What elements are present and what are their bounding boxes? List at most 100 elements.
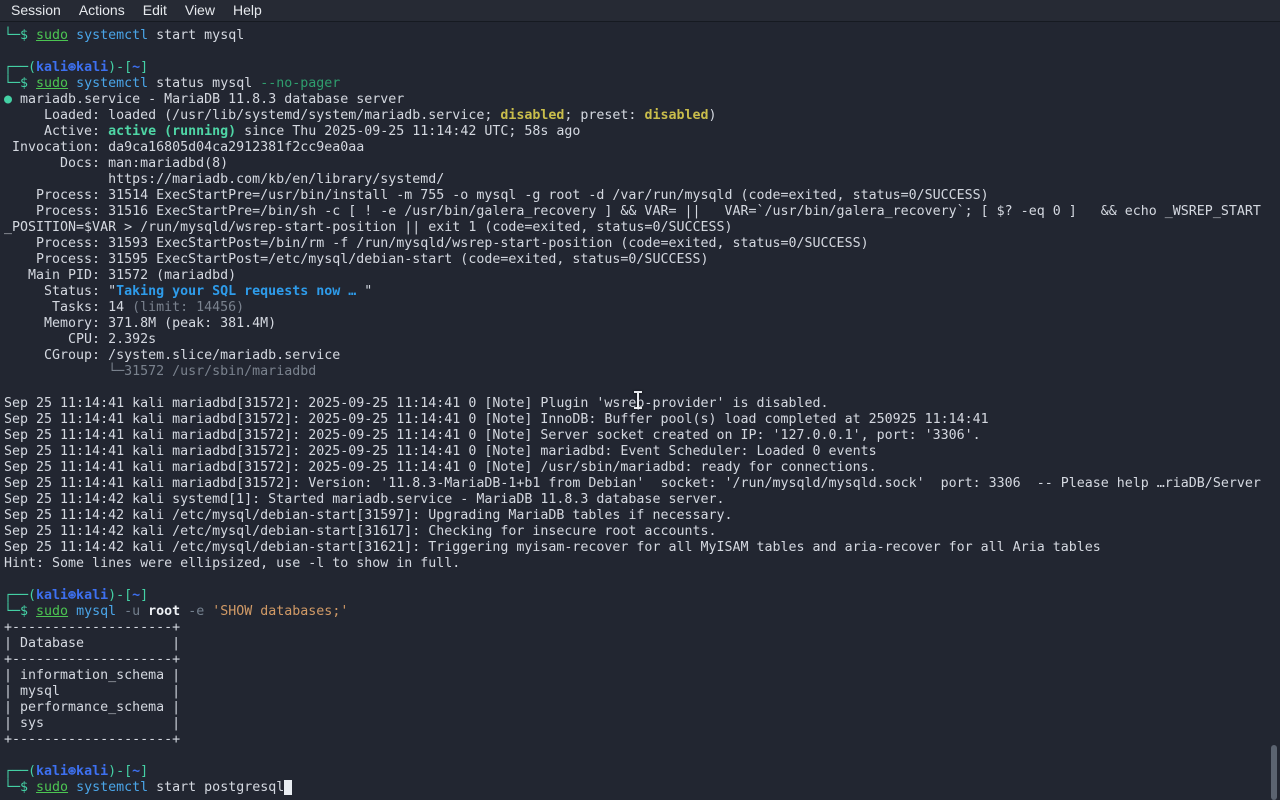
- text-segment: ; preset:: [564, 108, 645, 123]
- terminal-line: Sep 25 11:14:42 kali systemd[1]: Started…: [4, 492, 1280, 508]
- text-segment: Invocation: da9ca16805d04ca2912381f2cc9e…: [4, 140, 365, 155]
- terminal-line: Sep 25 11:14:41 kali mariadbd[31572]: 20…: [4, 428, 1280, 444]
- text-segment: └─$: [4, 76, 37, 91]
- text-segment: ]: [140, 60, 149, 75]
- text-segment: [68, 76, 76, 91]
- terminal-line: +--------------------+: [4, 652, 1280, 668]
- menu-item-actions[interactable]: Actions: [70, 0, 134, 21]
- text-segment: )-[: [108, 588, 133, 603]
- text-segment: systemctl: [76, 28, 149, 43]
- terminal-line: Sep 25 11:14:41 kali mariadbd[31572]: 20…: [4, 460, 1280, 476]
- text-segment: mariadb.service - MariaDB 11.8.3 databas…: [12, 92, 405, 107]
- text-segment: https://mariadb.com/kb/en/library/system…: [4, 172, 445, 187]
- terminal-line: | information_schema |: [4, 668, 1280, 684]
- text-segment: [68, 28, 76, 43]
- terminal-line: Hint: Some lines were ellipsized, use -l…: [4, 556, 1280, 572]
- terminal-line: | mysql |: [4, 684, 1280, 700]
- text-segment: since Thu 2025-09-25 11:14:42 UTC; 58s a…: [236, 124, 581, 139]
- text-segment: Sep 25 11:14:42 kali /etc/mysql/debian-s…: [4, 540, 1101, 555]
- terminal-line: Memory: 371.8M (peak: 381.4M): [4, 316, 1280, 332]
- terminal-line: Sep 25 11:14:41 kali mariadbd[31572]: Ve…: [4, 476, 1280, 492]
- text-segment: └─$: [4, 780, 37, 795]
- text-segment: sudo: [36, 604, 69, 619]
- terminal-line: Process: 31595 ExecStartPost=/etc/mysql/…: [4, 252, 1280, 268]
- text-segment: Loaded: loaded (/usr/lib/systemd/system/…: [4, 108, 501, 123]
- text-segment: -u: [124, 604, 141, 619]
- text-segment: [180, 604, 188, 619]
- text-segment: | Database |: [4, 636, 181, 651]
- text-segment: Sep 25 11:14:41 kali mariadbd[31572]: 20…: [4, 460, 877, 475]
- terminal-line: Sep 25 11:14:42 kali /etc/mysql/debian-s…: [4, 508, 1280, 524]
- text-segment: disabled: [500, 108, 565, 123]
- terminal-line: +--------------------+: [4, 732, 1280, 748]
- terminal-line: Docs: man:mariadbd(8): [4, 156, 1280, 172]
- text-segment: [116, 604, 124, 619]
- text-segment: [68, 780, 76, 795]
- text-segment: Sep 25 11:14:42 kali /etc/mysql/debian-s…: [4, 524, 717, 539]
- text-segment: Active:: [4, 124, 109, 139]
- menu-item-edit[interactable]: Edit: [134, 0, 176, 21]
- text-segment: Taking your SQL requests now …: [116, 284, 365, 299]
- text-segment: ]: [140, 588, 149, 603]
- text-segment: active (running): [108, 124, 237, 139]
- menu-item-session[interactable]: Session: [2, 0, 70, 21]
- text-segment: | mysql |: [4, 684, 181, 699]
- text-segment: [4, 364, 108, 379]
- terminal-output[interactable]: └─$ sudo systemctl start mysql ┌──(kali⊛k…: [0, 22, 1280, 800]
- terminal-line: Process: 31593 ExecStartPost=/bin/rm -f …: [4, 236, 1280, 252]
- text-segment: systemctl: [76, 76, 149, 91]
- text-segment: | performance_schema |: [4, 700, 181, 715]
- text-segment: ": [364, 284, 373, 299]
- terminal-line: ┌──(kali⊛kali)-[~]: [4, 60, 1280, 76]
- text-segment: Memory: 371.8M (peak: 381.4M): [4, 316, 277, 331]
- terminal-line: https://mariadb.com/kb/en/library/system…: [4, 172, 1280, 188]
- terminal-line: └─$ sudo systemctl status mysql --no-pag…: [4, 76, 1280, 92]
- text-segment: start mysql: [148, 28, 245, 43]
- text-segment: _POSITION=$VAR > /run/mysqld/wsrep-start…: [4, 220, 733, 235]
- menu-bar: Session Actions Edit View Help: [0, 0, 1280, 22]
- text-segment: [140, 604, 148, 619]
- terminal-line: └─31572 /usr/sbin/mariadbd: [4, 364, 1280, 380]
- terminal-line: Sep 25 11:14:42 kali /etc/mysql/debian-s…: [4, 540, 1280, 556]
- terminal-line: ┌──(kali⊛kali)-[~]: [4, 764, 1280, 780]
- text-segment: └─31572 /usr/sbin/mariadbd: [108, 364, 317, 379]
- text-segment: └─$: [4, 604, 37, 619]
- text-segment: --no-pager: [260, 76, 341, 91]
- terminal-line: └─$ sudo mysql -u root -e 'SHOW database…: [4, 604, 1280, 620]
- text-segment: ┌──(: [4, 60, 37, 75]
- terminal-line: └─$ sudo systemctl start mysql: [4, 28, 1280, 44]
- menu-item-help[interactable]: Help: [224, 0, 271, 21]
- terminal-caret: [284, 780, 293, 795]
- text-segment: disabled: [644, 108, 709, 123]
- text-segment: mysql: [76, 604, 117, 619]
- text-segment: CGroup: /system.slice/mariadb.service: [4, 348, 341, 363]
- text-segment: Process: 31514 ExecStartPre=/usr/bin/ins…: [4, 188, 989, 203]
- text-segment: start postgresql: [148, 780, 285, 795]
- text-segment: ~: [132, 588, 141, 603]
- terminal-line: Sep 25 11:14:41 kali mariadbd[31572]: 20…: [4, 412, 1280, 428]
- terminal-line: | sys |: [4, 716, 1280, 732]
- terminal-line: Active: active (running) since Thu 2025-…: [4, 124, 1280, 140]
- text-segment: CPU: 2.392s: [4, 332, 157, 347]
- terminal-line: Main PID: 31572 (mariadbd): [4, 268, 1280, 284]
- text-segment: Sep 25 11:14:41 kali mariadbd[31572]: 20…: [4, 428, 981, 443]
- terminal-line: Sep 25 11:14:42 kali /etc/mysql/debian-s…: [4, 524, 1280, 540]
- terminal-line: Sep 25 11:14:41 kali mariadbd[31572]: 20…: [4, 444, 1280, 460]
- scrollbar-thumb[interactable]: [1271, 745, 1277, 800]
- terminal-line: Invocation: da9ca16805d04ca2912381f2cc9e…: [4, 140, 1280, 156]
- text-segment: kali⊛kali: [36, 764, 109, 779]
- text-segment: └─$: [4, 28, 37, 43]
- text-segment: ~: [132, 60, 141, 75]
- text-segment: Status: ": [4, 284, 117, 299]
- text-segment: root: [148, 604, 181, 619]
- menu-item-view[interactable]: View: [176, 0, 224, 21]
- text-segment: Tasks: 14: [4, 300, 133, 315]
- text-segment: )-[: [108, 60, 133, 75]
- terminal-line: Sep 25 11:14:41 kali mariadbd[31572]: 20…: [4, 396, 1280, 412]
- terminal-line: ● mariadb.service - MariaDB 11.8.3 datab…: [4, 92, 1280, 108]
- text-segment: Process: 31595 ExecStartPost=/etc/mysql/…: [4, 252, 709, 267]
- text-segment: (limit: 14456): [132, 300, 245, 315]
